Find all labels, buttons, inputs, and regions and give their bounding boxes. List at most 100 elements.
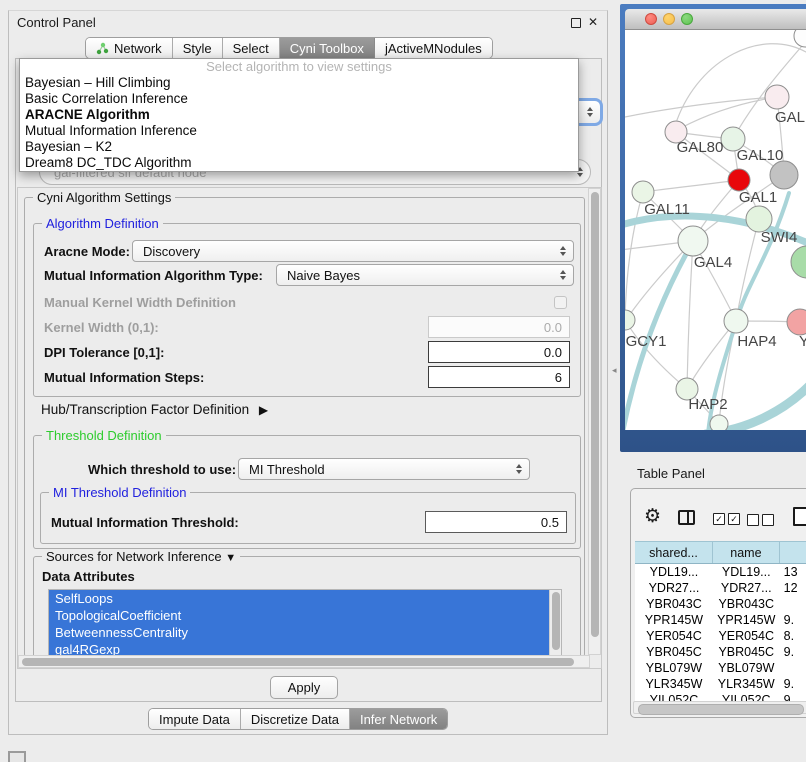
cyni-settings-group-title: Cyni Algorithm Settings (33, 190, 175, 205)
list-scrollbar[interactable] (549, 590, 561, 658)
table-row[interactable]: YBR045CYBR045C9. (635, 644, 806, 660)
table-row[interactable]: YER054CYER054C8. (635, 628, 806, 644)
control-panel: Control Panel ✕ NetworkStyleSelectCyni T… (8, 10, 608, 735)
table-cell: YPR145W (635, 612, 713, 628)
float-panel-icon[interactable] (571, 18, 581, 28)
table-row[interactable]: YDL19...YDL19...13 (635, 564, 806, 580)
tab-impute-data[interactable]: Impute Data (149, 709, 241, 729)
column-header[interactable] (780, 542, 806, 563)
network-node-label: HAP2 (688, 396, 727, 413)
tab-cyni-toolbox[interactable]: Cyni Toolbox (280, 38, 375, 58)
tab-jactivemnodules[interactable]: jActiveMNodules (375, 38, 492, 58)
zoom-window-icon[interactable] (681, 13, 693, 25)
algorithm-option[interactable]: ARACNE Algorithm (20, 107, 578, 123)
algorithm-option[interactable]: Bayesian – Hill Climbing (20, 75, 578, 91)
network-node-label: SWI4 (761, 229, 798, 246)
mi-algorithm-type-combo[interactable]: Naive Bayes (276, 264, 574, 286)
tab-infer-network[interactable]: Infer Network (350, 709, 447, 729)
which-threshold-value: MI Threshold (249, 462, 325, 477)
column-header[interactable]: name (713, 542, 780, 563)
table-cell: YBL079W (635, 660, 713, 676)
tab-label: Discretize Data (251, 712, 339, 727)
network-node-label: GAL4 (694, 254, 732, 271)
node-table: shared...name YDL19...YDL19...13YDR27...… (635, 541, 806, 701)
network-node-node-gray[interactable] (770, 161, 798, 189)
kernel-width-field[interactable]: 0.0 (428, 316, 570, 338)
network-node-node-top[interactable] (794, 30, 806, 47)
algorithm-option[interactable]: Dream8 DC_TDC Algorithm (20, 155, 578, 171)
table-cell: YER054C (635, 628, 713, 644)
horizontal-scrollbar[interactable] (18, 655, 590, 668)
manual-kernel-checkbox[interactable] (554, 296, 567, 309)
control-panel-tab-bar: NetworkStyle Select Cyni Toolbox jActiveMNo… (85, 37, 493, 59)
network-edge (625, 97, 777, 118)
combo-stepper-icon (560, 270, 566, 280)
algorithm-option[interactable]: Bayesian – K2 (20, 139, 578, 155)
split-columns-icon[interactable] (678, 510, 695, 525)
apply-button[interactable]: Apply (270, 676, 338, 699)
mi-steps-value: 6 (555, 370, 562, 385)
export-table-icon[interactable] (793, 507, 806, 526)
algorithm-option[interactable]: Basic Correlation Inference (20, 91, 578, 107)
table-cell: 13 (780, 564, 806, 580)
network-edge (687, 321, 736, 389)
data-attributes-list: SelfLoopsTopologicalCoefficientBetweenne… (48, 589, 562, 659)
network-window-titlebar[interactable] (625, 9, 806, 30)
hub-definition-toggle[interactable]: Hub/Transcription Factor Definition ▶ (41, 402, 268, 417)
table-cell: 9. (780, 644, 806, 660)
mi-threshold-field[interactable]: 0.5 (425, 511, 567, 533)
table-cell (780, 660, 806, 676)
network-node-HAP4[interactable] (724, 309, 748, 333)
table-row[interactable]: YIL052CYIL052C9 (635, 692, 806, 701)
tab-discretize-data[interactable]: Discretize Data (241, 709, 350, 729)
kernel-width-value: 0.0 (544, 320, 562, 335)
table-row[interactable]: YBL079WYBL079W (635, 660, 806, 676)
splitter-collapse-icon[interactable]: ◂ (612, 365, 617, 376)
data-attribute-item[interactable]: SelfLoops (49, 590, 549, 607)
network-node-node-pink-right[interactable] (787, 309, 806, 335)
select-all-checkboxes-icon[interactable]: ✓✓ (713, 513, 740, 525)
tab-label: Select (233, 41, 269, 56)
network-node-GAL11[interactable] (632, 181, 654, 203)
gear-icon[interactable]: ⚙ (644, 505, 661, 528)
table-row[interactable]: YPR145WYPR145W9. (635, 612, 806, 628)
network-node-label: GAL (775, 109, 805, 126)
algorithm-option[interactable]: Mutual Information Inference (20, 123, 578, 139)
table-row[interactable]: YBR043CYBR043C (635, 596, 806, 612)
network-node-node-bottom[interactable] (710, 415, 728, 430)
data-attribute-item[interactable]: TopologicalCoefficient (49, 607, 549, 624)
close-panel-icon[interactable]: ✕ (588, 16, 598, 28)
tab-style[interactable]: Style (173, 38, 223, 58)
network-graph: GALGAL80GAL10GAL1GAL11SWI4GAL4GCY1HAP4YH… (625, 30, 806, 430)
dpi-tolerance-field[interactable]: 0.0 (428, 341, 570, 363)
table-horizontal-scrollbar[interactable] (633, 701, 806, 714)
tab-label: Infer Network (360, 712, 437, 727)
tab-network[interactable]: Network (86, 38, 173, 58)
network-canvas[interactable]: GALGAL80GAL10GAL1GAL11SWI4GAL4GCY1HAP4YH… (625, 30, 806, 430)
table-cell: 9. (780, 612, 806, 628)
network-node-GAL1[interactable] (728, 169, 750, 191)
table-cell: YDL19... (635, 564, 713, 580)
tab-select[interactable]: Select (223, 38, 280, 58)
network-node-node-green-right[interactable] (791, 246, 806, 278)
network-node-GAL4[interactable] (678, 226, 708, 256)
deselect-all-checkboxes-icon[interactable] (747, 514, 774, 526)
which-threshold-combo[interactable]: MI Threshold (238, 458, 530, 480)
table-cell: YBR043C (635, 596, 713, 612)
close-window-icon[interactable] (645, 13, 657, 25)
table-row[interactable]: YDR27...YDR27...12 (635, 580, 806, 596)
minimized-panel-icon[interactable] (8, 751, 26, 762)
table-row[interactable]: YLR345WYLR345W9. (635, 676, 806, 692)
minimize-window-icon[interactable] (663, 13, 675, 25)
vertical-scrollbar[interactable] (588, 188, 601, 655)
tab-label: jActiveMNodules (385, 41, 482, 56)
column-header[interactable]: shared... (635, 542, 713, 563)
mi-threshold-group-title: MI Threshold Definition (49, 485, 190, 500)
mi-steps-field[interactable]: 6 (428, 366, 570, 388)
threshold-definition-group: Threshold Definition Which threshold to … (33, 435, 581, 549)
table-cell: YDL19... (713, 564, 780, 580)
network-node-gal-partial[interactable] (765, 85, 789, 109)
data-attribute-item[interactable]: BetweennessCentrality (49, 624, 549, 641)
aracne-mode-combo[interactable]: Discovery (132, 240, 574, 262)
network-node-GCY1[interactable] (625, 310, 635, 330)
